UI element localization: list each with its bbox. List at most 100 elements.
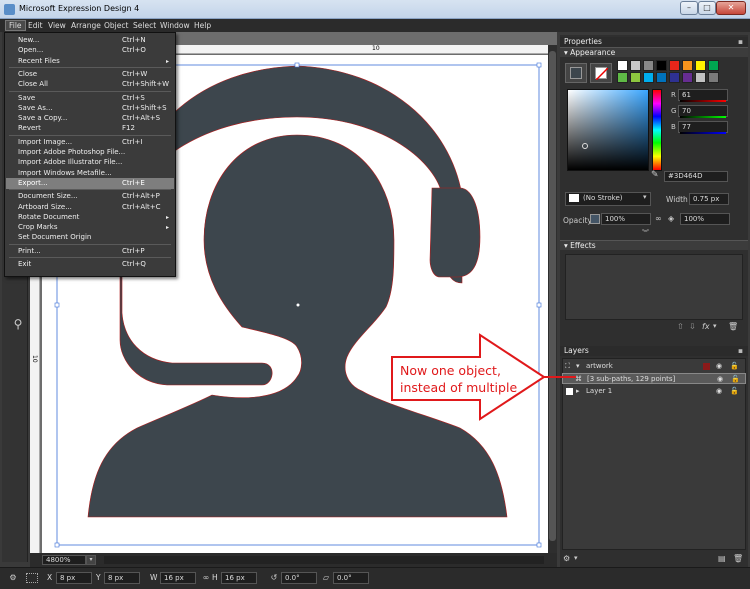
stroke-button[interactable] [590,63,612,83]
move-down-icon[interactable]: ⇩ [689,322,696,331]
w-field[interactable]: 16 px [160,572,196,584]
color-swatch[interactable] [682,72,693,83]
fx-icon[interactable]: fx [702,322,710,331]
layers-settings-dropdown-icon[interactable]: ▾ [574,554,578,562]
collapse-icon[interactable]: ▪ [738,37,743,47]
close-button[interactable]: ✕ [716,1,746,15]
color-swatch[interactable] [617,60,628,71]
selection-handle-top-right[interactable] [536,62,542,68]
color-swatch[interactable] [643,60,654,71]
file-menu-item[interactable]: Revert F12 [6,123,174,134]
minimize-button[interactable]: – [680,1,698,15]
maximize-button[interactable]: □ [698,1,716,15]
r-slider[interactable] [680,100,726,102]
color-picker-cursor[interactable] [582,143,588,149]
scroll-thumb[interactable] [549,51,556,541]
selection-handle-left[interactable] [54,302,60,308]
color-swatch[interactable] [669,72,680,83]
opacity-field[interactable]: 100% [601,213,651,225]
expand-icon[interactable]: ▸ [576,386,580,397]
menu-select[interactable]: Select [130,20,159,31]
menu-file[interactable]: File [5,20,26,31]
color-swatch[interactable] [656,72,667,83]
reference-point-icon[interactable] [26,573,38,583]
hue-slider[interactable] [652,89,662,171]
expand-more-icon[interactable]: ︾ [642,228,649,238]
horizontal-scrollbar[interactable] [104,556,544,564]
g-slider[interactable] [680,116,726,118]
layer-row-artwork[interactable]: ⛶ ▾ artwork ◉ 🔓 [562,361,746,372]
move-up-icon[interactable]: ⇧ [677,322,684,331]
file-menu-item[interactable]: Set Document Origin [6,232,174,243]
layer-row-subpaths[interactable]: ⌘ [3 sub-paths, 129 points] ◉ 🔓 [562,373,746,384]
appearance-header[interactable]: ▾ Appearance [560,47,748,57]
width-field[interactable]: 0.75 px [689,193,729,205]
stroke-dropdown[interactable]: (No Stroke) [565,192,651,206]
selection-handle-bottom-right[interactable] [536,542,542,548]
menu-view[interactable]: View [45,20,69,31]
color-swatch[interactable] [630,60,641,71]
color-swatch[interactable] [656,60,667,71]
selection-handle-top[interactable] [294,62,300,68]
layers-collapse-icon[interactable]: ▪ [738,346,743,356]
skew-field[interactable]: 0.0° [333,572,369,584]
link-opacity-icon[interactable]: ∞ [655,214,662,223]
visibility-eye-icon[interactable]: ◉ [716,386,722,397]
stroke-dropdown-arrow-icon[interactable]: ▾ [643,193,647,201]
layers-settings-icon[interactable]: ⚙ [563,554,570,563]
file-menu-item[interactable]: Export... Ctrl+E [6,177,174,189]
hex-field[interactable]: #3D464D [664,171,728,182]
file-menu-item[interactable]: Recent Files ▸ [6,56,174,67]
menu-help[interactable]: Help [191,20,214,31]
zoom-dropdown-icon[interactable]: ▾ [86,555,96,565]
h-field[interactable]: 16 px [221,572,257,584]
color-swatch[interactable] [708,60,719,71]
lock-icon[interactable]: 🔓 [730,361,739,372]
file-menu-item[interactable]: Close All Ctrl+Shift+W [6,79,174,90]
vertical-scrollbar[interactable] [548,45,557,553]
y-field[interactable]: 8 px [104,572,140,584]
visibility-eye-icon[interactable]: ◉ [717,374,723,385]
file-menu: New... Ctrl+N Open... Ctrl+O Recent Files ▸ Cl… [4,32,176,277]
zoom-field[interactable]: 4800% [42,555,86,565]
fill-button[interactable] [565,63,587,83]
color-swatch[interactable] [643,72,654,83]
lock-icon[interactable]: 🔓 [730,386,739,397]
file-menu-item[interactable]: Print... Ctrl+P [6,246,174,257]
menu-edit[interactable]: Edit [25,20,46,31]
layers-header: Layers ▪ [560,346,748,356]
zoom-tool-icon[interactable]: ⚲ [9,315,27,333]
gear-icon[interactable]: ⚙ [7,573,19,583]
menu-object[interactable]: Object [101,20,131,31]
effects-header[interactable]: ▾ Effects [560,240,748,250]
file-menu-item[interactable]: Exit Ctrl+Q [6,259,174,270]
x-field[interactable]: 8 px [56,572,92,584]
earpiece-shape[interactable] [429,187,481,278]
link-icon[interactable]: ∞ [200,573,212,583]
selection-handle-bottom-left[interactable] [54,542,60,548]
color-swatch[interactable] [695,72,706,83]
lock-icon[interactable]: 🔓 [731,374,740,385]
menu-window[interactable]: Window [157,20,193,31]
new-layer-icon[interactable]: ▤ [718,554,726,563]
rotation-field[interactable]: 0.0° [281,572,317,584]
visibility-eye-icon[interactable]: ◉ [716,361,722,372]
delete-effect-icon[interactable]: 🗑 [728,322,738,331]
menu-arrange[interactable]: Arrange [68,20,104,31]
expand-icon[interactable]: ▾ [576,361,580,372]
color-picker-field[interactable] [567,89,649,171]
b-slider[interactable] [680,132,726,134]
layer-row-layer1[interactable]: ▸ Layer 1 ◉ 🔓 [562,386,746,397]
color-swatch[interactable] [708,72,719,83]
color-swatch[interactable] [669,60,680,71]
color-swatch[interactable] [682,60,693,71]
color-swatch[interactable] [695,60,706,71]
selection-handle-right[interactable] [536,302,542,308]
delete-layer-icon[interactable]: 🗑 [733,554,743,563]
fx-dropdown-icon[interactable]: ▾ [713,322,717,330]
menu-bar: File Edit View Arrange Object Select Win… [0,19,750,32]
color-swatch[interactable] [630,72,641,83]
color-swatch[interactable] [617,72,628,83]
fill-opacity-field[interactable]: 100% [680,213,730,225]
eyedropper-icon[interactable]: ✎ [651,170,663,182]
